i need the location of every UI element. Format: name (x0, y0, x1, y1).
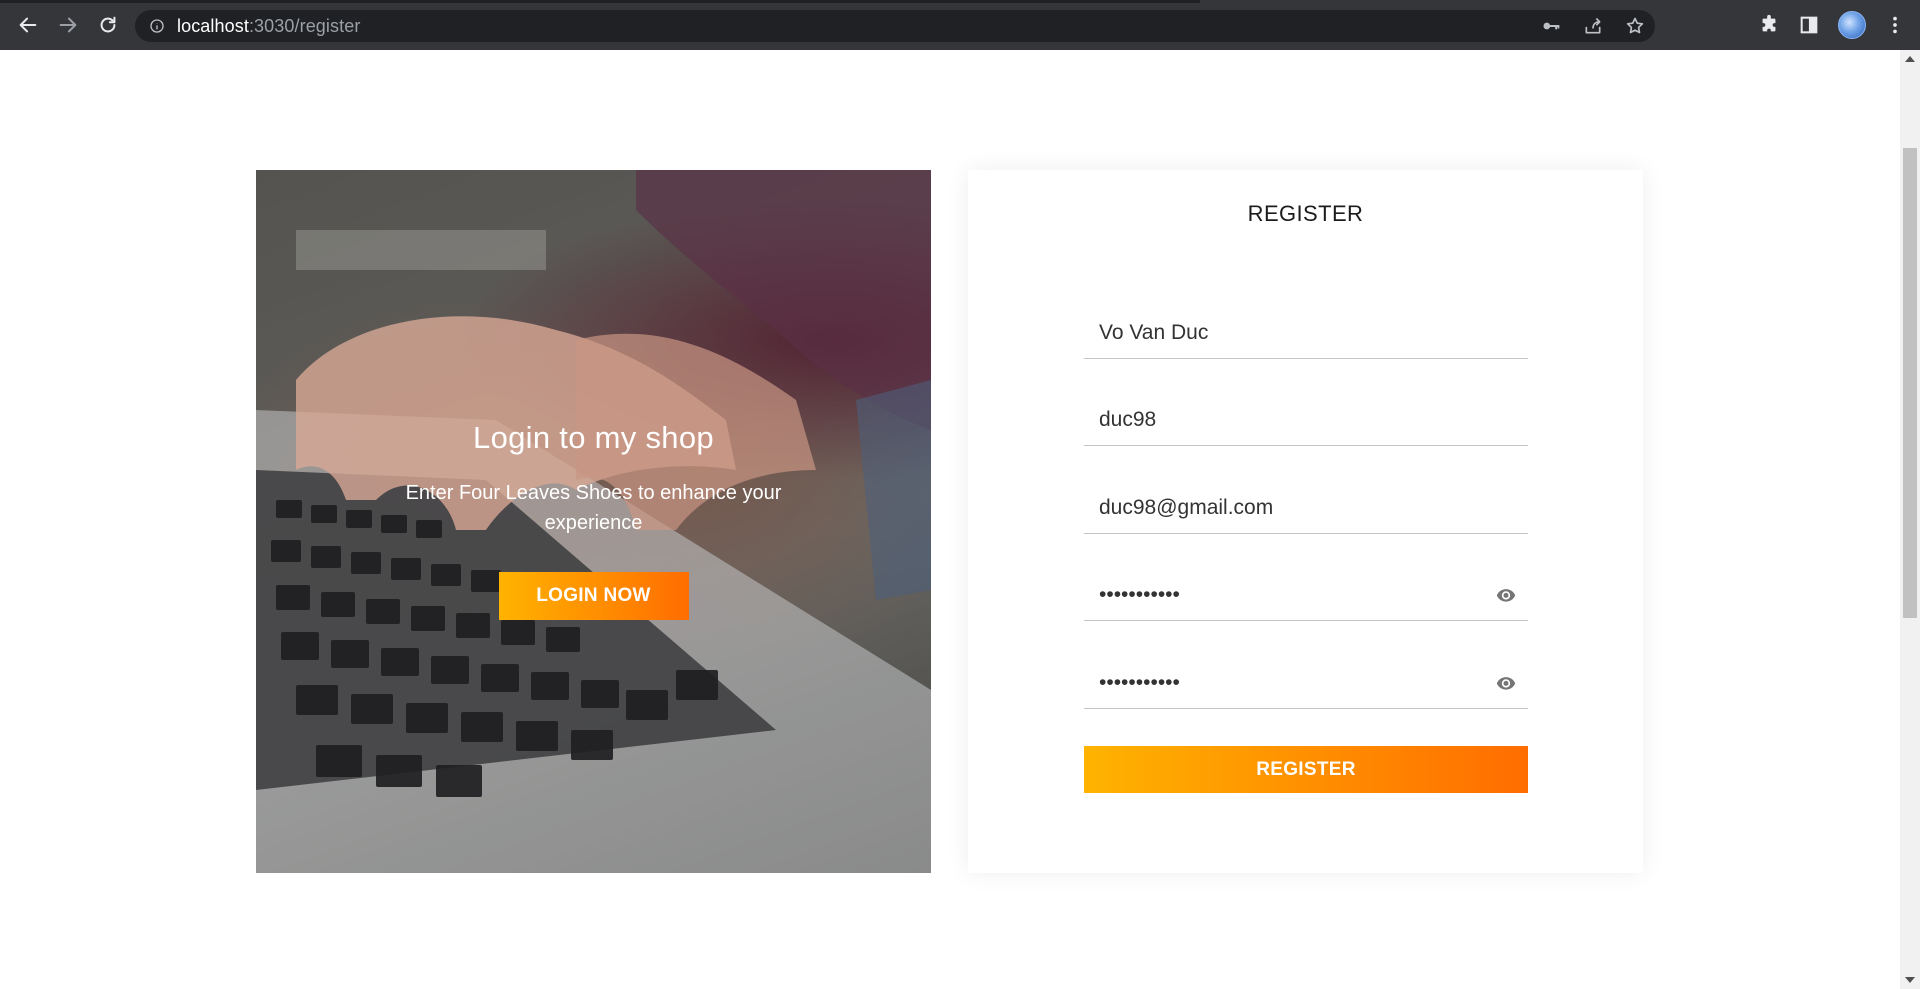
bookmark-star-icon[interactable] (1625, 16, 1645, 36)
arrow-right-icon (59, 17, 77, 33)
hero-subtitle: Enter Four Leaves Shoes to enhance your … (405, 482, 782, 534)
full-name-input[interactable] (1084, 307, 1528, 358)
login-now-button[interactable]: LOGIN NOW (498, 572, 689, 620)
hero-banner: Login to my shop Enter Four Leaves Shoes… (256, 170, 931, 873)
email-input[interactable] (1084, 482, 1528, 533)
page-scrollbar[interactable] (1900, 50, 1920, 989)
page-content: Login to my shop Enter Four Leaves Shoes… (0, 50, 1900, 989)
password-input[interactable] (1084, 569, 1528, 620)
register-card: REGISTER REGISTER (968, 170, 1643, 873)
email-field (1084, 482, 1528, 534)
eye-icon[interactable] (1494, 673, 1518, 693)
profile-avatar[interactable] (1838, 11, 1866, 39)
full-name-field (1084, 307, 1528, 359)
address-bar[interactable]: localhost:3030/register (135, 10, 1655, 42)
back-button[interactable] (8, 0, 48, 50)
hero-title: Login to my shop (473, 420, 714, 455)
share-icon[interactable] (1583, 16, 1603, 36)
register-heading: REGISTER (1247, 201, 1364, 226)
hero-content: Login to my shop Enter Four Leaves Shoes… (256, 420, 931, 620)
url-text: localhost:3030/register (177, 15, 361, 36)
forward-button[interactable] (48, 0, 88, 50)
reload-icon (100, 16, 116, 33)
username-input[interactable] (1084, 394, 1528, 445)
browser-toolbar: localhost:3030/register (0, 0, 1920, 50)
password-field (1084, 569, 1528, 621)
confirm-password-input[interactable] (1084, 657, 1528, 708)
side-panel-icon[interactable] (1798, 14, 1820, 36)
reload-button[interactable] (88, 0, 128, 50)
info-icon (150, 19, 164, 33)
eye-icon[interactable] (1494, 585, 1518, 605)
username-field (1084, 394, 1528, 446)
confirm-password-field (1084, 657, 1528, 709)
arrow-left-icon (19, 17, 37, 33)
scrollbar-thumb[interactable] (1903, 148, 1917, 618)
key-icon[interactable] (1541, 16, 1561, 36)
register-submit-button[interactable]: REGISTER (1084, 746, 1528, 793)
scroll-down-arrow-icon[interactable] (1905, 977, 1915, 983)
scroll-up-arrow-icon[interactable] (1905, 56, 1915, 62)
extensions-puzzle-icon[interactable] (1758, 14, 1780, 36)
kebab-menu-icon[interactable] (1884, 14, 1906, 36)
